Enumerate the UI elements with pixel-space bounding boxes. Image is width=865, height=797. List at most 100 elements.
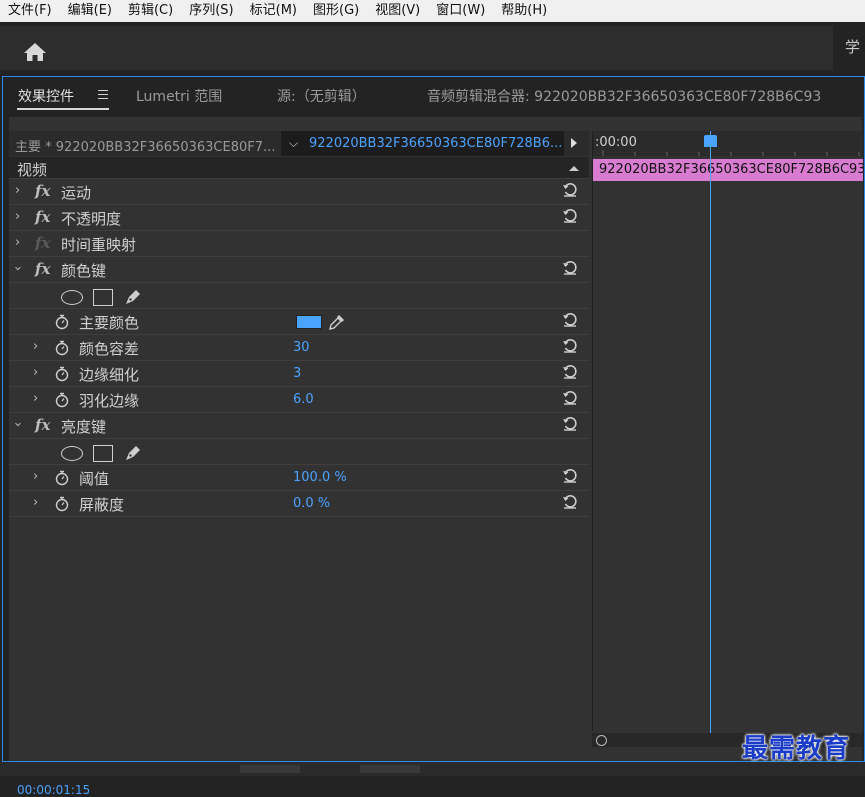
pen-mask-icon[interactable] xyxy=(123,287,143,307)
effect-label-time-remap: 时间重映射 xyxy=(61,236,137,254)
reset-icon[interactable] xyxy=(561,389,579,407)
ruler-ticks xyxy=(602,150,860,156)
fx-icon[interactable]: fx xyxy=(35,260,50,278)
expand-chevron-icon[interactable]: › xyxy=(33,365,38,380)
menu-edit[interactable]: 编辑(E) xyxy=(60,0,120,22)
expand-chevron-icon[interactable]: › xyxy=(15,209,20,224)
menu-clip[interactable]: 剪辑(C) xyxy=(120,0,181,22)
effect-row-opacity[interactable]: › fx 不透明度 xyxy=(9,205,589,231)
param-label-feather: 羽化边缘 xyxy=(79,392,140,410)
playhead-handle[interactable] xyxy=(704,135,717,147)
stopwatch-icon[interactable] xyxy=(55,392,69,408)
param-value-tolerance[interactable]: 30 xyxy=(293,340,310,355)
mask-tools-row xyxy=(9,283,589,309)
param-value-threshold[interactable]: 100.0 % xyxy=(293,470,347,485)
master-clip-label[interactable]: 主要 * 922020BB32F36650363CE80F7... xyxy=(15,136,275,155)
home-icon[interactable] xyxy=(22,41,48,63)
expand-chevron-icon[interactable]: › xyxy=(15,235,20,250)
param-row-tolerance: › 颜色容差 30 xyxy=(9,335,589,361)
expand-chevron-icon[interactable]: › xyxy=(33,391,38,406)
panel-tabs: 效果控件 Lumetri 范围 源:（无剪辑） 音频剪辑混合器: 922020B… xyxy=(3,77,864,115)
fx-icon: fx xyxy=(35,234,51,252)
ellipse-mask-icon[interactable] xyxy=(61,445,83,461)
expand-chevron-icon[interactable]: › xyxy=(15,183,20,198)
active-tab-indicator xyxy=(17,108,109,110)
param-value-cutoff[interactable]: 0.0 % xyxy=(293,496,330,511)
stopwatch-icon[interactable] xyxy=(55,496,69,512)
watermark-logo: 最需教育 xyxy=(742,734,851,764)
bottom-panel-strip xyxy=(0,762,865,776)
playhead-line[interactable] xyxy=(710,131,711,735)
chevron-down-icon[interactable]: ⌵ xyxy=(289,136,298,151)
tab-audio-clip-mixer[interactable]: 音频剪辑混合器: 922020BB32F36650363CE80F728B6C9… xyxy=(427,86,821,106)
reset-icon[interactable] xyxy=(561,337,579,355)
param-row-edge-thin: › 边缘细化 3 xyxy=(9,361,589,387)
collapse-chevron-icon[interactable]: › xyxy=(10,422,25,427)
reset-icon[interactable] xyxy=(561,363,579,381)
workspace-bar: 学 xyxy=(0,22,865,76)
panel-divider xyxy=(360,765,420,773)
effect-row-color-key[interactable]: › fx 颜色键 xyxy=(9,257,589,283)
reset-icon[interactable] xyxy=(561,259,579,277)
reset-icon[interactable] xyxy=(561,181,579,199)
tab-lumetri-scopes[interactable]: Lumetri 范围 xyxy=(136,86,222,106)
expand-chevron-icon[interactable]: › xyxy=(33,339,38,354)
stopwatch-icon[interactable] xyxy=(55,314,69,330)
param-label-key-color: 主要颜色 xyxy=(79,314,140,332)
menu-file[interactable]: 文件(F) xyxy=(0,0,60,22)
param-row-key-color: 主要颜色 xyxy=(9,309,589,335)
reset-icon[interactable] xyxy=(561,493,579,511)
time-ruler[interactable]: :00:00 xyxy=(593,131,863,156)
mask-tools xyxy=(61,287,143,307)
zoom-handle[interactable] xyxy=(596,735,607,746)
reset-icon[interactable] xyxy=(561,207,579,225)
menu-markers[interactable]: 标记(M) xyxy=(242,0,305,22)
collapse-up-icon[interactable] xyxy=(569,166,579,171)
key-color-swatch[interactable] xyxy=(296,315,322,329)
play-icon[interactable] xyxy=(571,138,577,148)
expand-chevron-icon[interactable]: › xyxy=(33,495,38,510)
reset-icon[interactable] xyxy=(561,415,579,433)
stopwatch-icon[interactable] xyxy=(55,470,69,486)
rectangle-mask-icon[interactable] xyxy=(93,444,113,462)
param-value-feather[interactable]: 6.0 xyxy=(293,392,314,407)
stopwatch-icon[interactable] xyxy=(55,340,69,356)
fx-icon[interactable]: fx xyxy=(35,416,50,434)
effect-label-luma-key: 亮度键 xyxy=(61,418,107,436)
menu-graphics[interactable]: 图形(G) xyxy=(305,0,367,22)
video-section-header[interactable]: 视频 xyxy=(9,157,589,179)
current-timecode[interactable]: 00:00:01:15 xyxy=(17,783,90,797)
ellipse-mask-icon[interactable] xyxy=(61,289,83,305)
stopwatch-icon[interactable] xyxy=(55,366,69,382)
expand-chevron-icon[interactable]: › xyxy=(33,469,38,484)
param-row-feather: › 羽化边缘 6.0 xyxy=(9,387,589,413)
reset-icon[interactable] xyxy=(561,467,579,485)
tab-effect-controls[interactable]: 效果控件 xyxy=(18,86,74,106)
menu-help[interactable]: 帮助(H) xyxy=(493,0,555,22)
rectangle-mask-icon[interactable] xyxy=(93,288,113,306)
pen-mask-icon[interactable] xyxy=(123,443,143,463)
menu-window[interactable]: 窗口(W) xyxy=(428,0,493,22)
tab-source[interactable]: 源:（无剪辑） xyxy=(277,86,366,106)
effect-label-opacity: 不透明度 xyxy=(61,210,122,228)
effect-label-color-key: 颜色键 xyxy=(61,262,107,280)
effect-row-time-remap[interactable]: › fx 时间重映射 xyxy=(9,231,589,257)
collapse-chevron-icon[interactable]: › xyxy=(10,266,25,271)
effect-row-luma-key[interactable]: › fx 亮度键 xyxy=(9,413,589,439)
mask-tools xyxy=(61,443,143,463)
eyedropper-icon[interactable] xyxy=(327,312,347,332)
param-label-threshold: 阈值 xyxy=(79,470,110,488)
param-value-edge-thin[interactable]: 3 xyxy=(293,366,301,381)
effect-row-motion[interactable]: › fx 运动 xyxy=(9,179,589,205)
panel-menu-icon[interactable] xyxy=(98,90,108,102)
menu-bar: 文件(F) 编辑(E) 剪辑(C) 序列(S) 标记(M) 图形(G) 视图(V… xyxy=(0,0,865,22)
reset-icon[interactable] xyxy=(561,311,579,329)
menu-sequence[interactable]: 序列(S) xyxy=(181,0,241,22)
workspace-learn-tab[interactable]: 学 xyxy=(845,36,860,57)
effect-list: 视频 › fx 运动 › fx 不透明度 › fx 时间重映射 › fx 颜色键… xyxy=(9,157,589,717)
clip-selector[interactable]: ⌵ 922020BB32F36650363CE80F728B6... xyxy=(281,131,564,156)
menu-view[interactable]: 视图(V) xyxy=(367,0,428,22)
timeline-clip[interactable]: 922020BB32F36650363CE80F728B6C93.jpg xyxy=(593,159,863,181)
fx-icon[interactable]: fx xyxy=(35,208,50,226)
fx-icon[interactable]: fx xyxy=(35,182,50,200)
